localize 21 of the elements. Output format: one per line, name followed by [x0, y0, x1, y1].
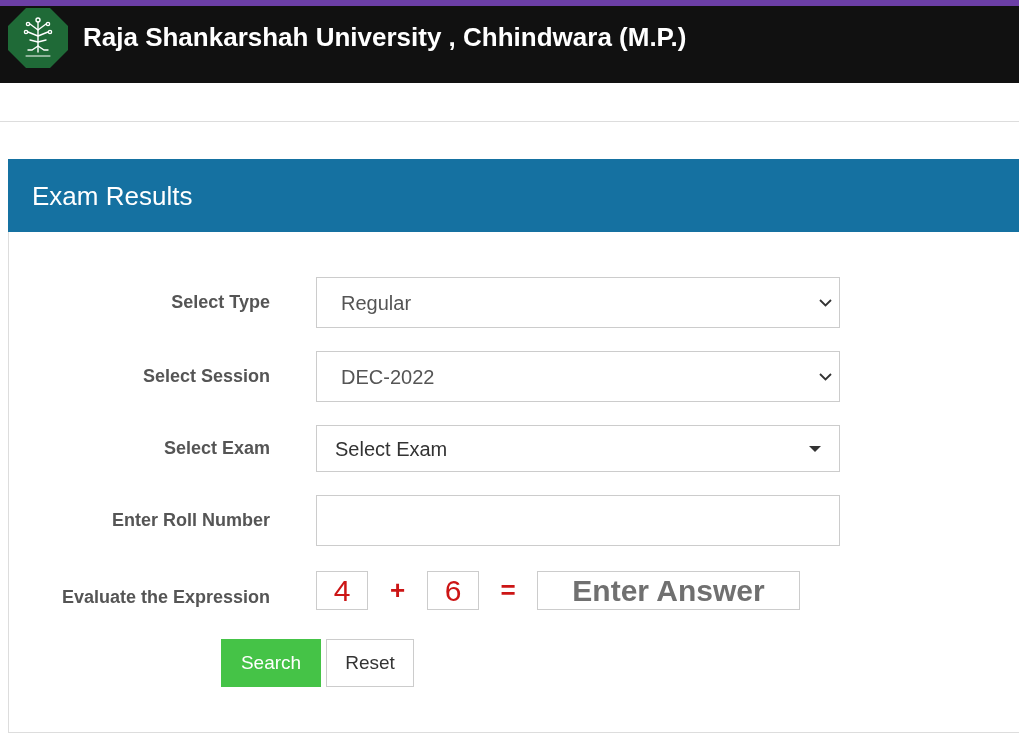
field-label: Select Session: [141, 365, 270, 388]
field-label: Evaluate the Expression: [60, 586, 270, 609]
field-label: Select Type: [170, 291, 270, 314]
answer-field[interactable]: Enter Answer: [537, 570, 800, 610]
select-field[interactable]: Select Exam: [316, 425, 840, 472]
field-label: Select Exam: [162, 437, 270, 460]
chevron-down-icon: [819, 372, 832, 381]
captcha-number: 4: [316, 570, 368, 610]
operator-sign: +: [388, 573, 407, 607]
equals-sign: =: [499, 573, 517, 607]
reset-button[interactable]: Reset: [326, 639, 414, 687]
field-label: Enter Roll Number: [110, 509, 270, 532]
panel-title: Exam Results: [32, 179, 193, 212]
tree-logo-icon: [8, 8, 68, 68]
roll-number-field[interactable]: [316, 495, 840, 546]
captcha-number: 6: [427, 570, 479, 610]
select-field[interactable]: DEC-2022: [316, 351, 840, 402]
select-field[interactable]: Regular: [316, 277, 840, 328]
site-title: Raja Shankarshah University , Chhindwara (M.P.): [83, 21, 687, 53]
chevron-down-icon: [819, 298, 832, 307]
caret-down-icon: [809, 445, 821, 452]
